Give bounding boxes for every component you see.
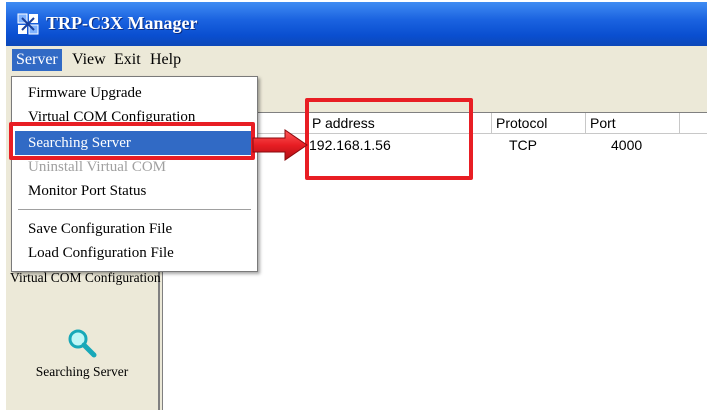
cell-protocol: TCP: [509, 137, 537, 153]
cell-port: 4000: [611, 137, 643, 153]
menu-item-save-configuration-file[interactable]: Save Configuration File: [15, 217, 254, 241]
annotation-box-ip: [305, 98, 473, 180]
annotation-arrow-icon: [252, 129, 308, 161]
menu-item-firmware-upgrade[interactable]: Firmware Upgrade: [15, 81, 254, 105]
sidebar-item-searching-server[interactable]: Searching Server: [6, 328, 158, 380]
window-title: TRP-C3X Manager: [46, 13, 198, 33]
title-bar[interactable]: TRP-C3X Manager: [6, 2, 707, 46]
menu-help[interactable]: Help: [146, 49, 185, 71]
column-header-protocol[interactable]: Protocol: [492, 113, 586, 133]
sidebar-item-virtual-com[interactable]: Virtual COM Configuration: [6, 270, 162, 286]
menu-item-monitor-port-status[interactable]: Monitor Port Status: [15, 179, 254, 203]
magnifier-icon: [68, 329, 97, 358]
menu-view[interactable]: View: [68, 49, 110, 71]
menu-bar: Server View Exit Help: [6, 46, 707, 74]
column-header-port[interactable]: Port: [586, 113, 680, 133]
server-dropdown-menu: Firmware Upgrade Virtual COM Configurati…: [11, 76, 258, 272]
sidebar-item-label: Searching Server: [35, 364, 129, 379]
menu-exit[interactable]: Exit: [110, 49, 145, 71]
menu-separator: [18, 209, 251, 210]
annotation-box-menu: [9, 122, 255, 160]
menu-server[interactable]: Server: [12, 49, 62, 71]
sidebar-item-label: Virtual COM Configuration: [10, 270, 161, 285]
app-window: TRP-C3X Manager Server View Exit Help Vi…: [6, 2, 707, 410]
app-logo-icon: [17, 13, 39, 35]
menu-item-load-configuration-file[interactable]: Load Configuration File: [15, 241, 254, 265]
